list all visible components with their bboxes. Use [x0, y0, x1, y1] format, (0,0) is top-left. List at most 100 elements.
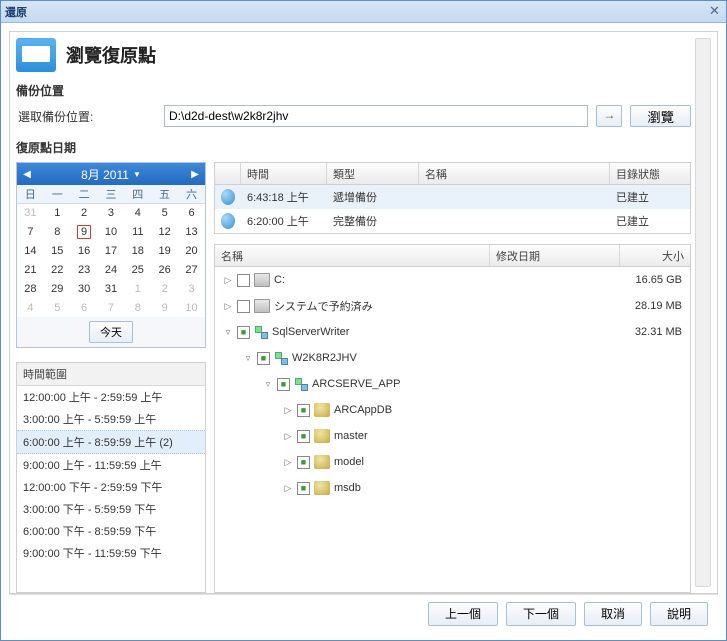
calendar-day[interactable]: 25	[124, 260, 151, 279]
tree-row[interactable]: ▷C:16.65 GB	[215, 267, 690, 293]
calendar-day[interactable]: 22	[44, 260, 71, 279]
calendar-day[interactable]: 13	[178, 222, 205, 241]
checkbox[interactable]	[237, 300, 250, 313]
calendar-day[interactable]: 26	[151, 260, 178, 279]
expander-icon[interactable]: ▷	[283, 483, 293, 494]
calendar-day[interactable]: 2	[71, 203, 98, 222]
backup-row[interactable]: 6:43:18 上午遞增備份已建立	[215, 185, 690, 209]
time-range-item[interactable]: 3:00:00 下午 - 5:59:59 下午	[17, 498, 205, 520]
backup-row[interactable]: 6:20:00 上午完整備份已建立	[215, 209, 690, 233]
calendar-day[interactable]: 5	[44, 298, 71, 317]
calendar-day[interactable]: 10	[98, 222, 125, 241]
checkbox[interactable]	[297, 482, 310, 495]
expander-icon[interactable]: ▷	[223, 275, 233, 286]
calendar-day[interactable]: 21	[17, 260, 44, 279]
next-month-icon[interactable]: ▶	[185, 163, 205, 185]
expander-icon[interactable]: ▷	[283, 405, 293, 416]
tree-row[interactable]: ▿W2K8R2JHV	[215, 345, 690, 371]
chevron-down-icon[interactable]: ▼	[133, 170, 141, 179]
expander-icon[interactable]: ▷	[223, 301, 233, 312]
cancel-button[interactable]: 取消	[584, 602, 642, 626]
help-button[interactable]: 說明	[650, 602, 708, 626]
prev-button[interactable]: 上一個	[428, 602, 498, 626]
time-range-item[interactable]: 6:00:00 上午 - 8:59:59 上午 (2)	[17, 430, 205, 454]
tree-col-name[interactable]: 名稱	[215, 245, 490, 266]
calendar-day[interactable]: 23	[71, 260, 98, 279]
col-type[interactable]: 類型	[327, 163, 419, 184]
calendar-day[interactable]: 2	[151, 279, 178, 298]
tree-row[interactable]: ▷master	[215, 423, 690, 449]
prev-month-icon[interactable]: ◀	[17, 163, 37, 185]
calendar-day[interactable]: 18	[124, 241, 151, 260]
time-range-item[interactable]: 6:00:00 下午 - 8:59:59 下午	[17, 520, 205, 542]
calendar-day[interactable]: 10	[178, 298, 205, 317]
scrollbar[interactable]	[695, 38, 711, 587]
tree-row[interactable]: ▷ARCAppDB	[215, 397, 690, 423]
calendar-day[interactable]: 7	[17, 222, 44, 241]
col-status[interactable]: 目錄狀態	[610, 163, 690, 184]
calendar-day[interactable]: 9	[151, 298, 178, 317]
expander-icon[interactable]: ▿	[223, 327, 233, 338]
expander-icon[interactable]: ▷	[283, 457, 293, 468]
checkbox[interactable]	[237, 274, 250, 287]
time-range-item[interactable]: 9:00:00 下午 - 11:59:59 下午	[17, 542, 205, 564]
time-range-item[interactable]: 12:00:00 下午 - 2:59:59 下午	[17, 476, 205, 498]
tree-col-date[interactable]: 修改日期	[490, 245, 620, 266]
col-time[interactable]: 時間	[241, 163, 327, 184]
checkbox[interactable]	[297, 456, 310, 469]
calendar-month-label[interactable]: 8月 2011	[81, 166, 129, 183]
calendar-day[interactable]: 11	[124, 222, 151, 241]
next-button[interactable]: 下一個	[506, 602, 576, 626]
today-button[interactable]: 今天	[89, 321, 133, 343]
calendar-day[interactable]: 19	[151, 241, 178, 260]
calendar-day[interactable]: 4	[124, 203, 151, 222]
checkbox[interactable]	[297, 404, 310, 417]
browse-button[interactable]: 瀏覽	[630, 105, 691, 127]
time-range-item[interactable]: 3:00:00 上午 - 5:59:59 上午	[17, 408, 205, 430]
calendar-day[interactable]: 15	[44, 241, 71, 260]
calendar-day[interactable]: 20	[178, 241, 205, 260]
calendar-day[interactable]: 1	[44, 203, 71, 222]
calendar-day[interactable]: 27	[178, 260, 205, 279]
checkbox[interactable]	[277, 378, 290, 391]
checkbox[interactable]	[257, 352, 270, 365]
calendar-day[interactable]: 1	[124, 279, 151, 298]
calendar-day[interactable]: 8	[124, 298, 151, 317]
tree-col-size[interactable]: 大小	[620, 245, 690, 266]
tree-row[interactable]: ▷システムで予約済み28.19 MB	[215, 293, 690, 319]
tree-row[interactable]: ▷model	[215, 449, 690, 475]
calendar-day[interactable]: 31	[17, 203, 44, 222]
calendar-day[interactable]: 29	[44, 279, 71, 298]
time-range-item[interactable]: 9:00:00 上午 - 11:59:59 上午	[17, 454, 205, 476]
tree-row[interactable]: ▿ARCSERVE_APP	[215, 371, 690, 397]
calendar-day[interactable]: 30	[71, 279, 98, 298]
close-icon[interactable]: ✕	[707, 4, 722, 19]
calendar-day[interactable]: 6	[178, 203, 205, 222]
expander-icon[interactable]: ▷	[283, 431, 293, 442]
time-range-item[interactable]: 12:00:00 上午 - 2:59:59 上午	[17, 386, 205, 408]
calendar-day[interactable]: 9	[71, 222, 98, 241]
calendar-day[interactable]: 3	[178, 279, 205, 298]
expander-icon[interactable]: ▿	[243, 353, 253, 364]
calendar-day[interactable]: 7	[98, 298, 125, 317]
calendar-day[interactable]: 31	[98, 279, 125, 298]
location-input[interactable]	[164, 105, 588, 127]
tree-row[interactable]: ▷msdb	[215, 475, 690, 501]
calendar-day[interactable]: 6	[71, 298, 98, 317]
calendar-day[interactable]: 12	[151, 222, 178, 241]
calendar-day[interactable]: 24	[98, 260, 125, 279]
calendar-day[interactable]: 5	[151, 203, 178, 222]
tree-row[interactable]: ▿SqlServerWriter32.31 MB	[215, 319, 690, 345]
calendar-day[interactable]: 4	[17, 298, 44, 317]
calendar-day[interactable]: 16	[71, 241, 98, 260]
calendar-day[interactable]: 28	[17, 279, 44, 298]
go-button[interactable]: →	[596, 105, 622, 127]
checkbox[interactable]	[297, 430, 310, 443]
col-name[interactable]: 名稱	[419, 163, 610, 184]
checkbox[interactable]	[237, 326, 250, 339]
calendar-day[interactable]: 8	[44, 222, 71, 241]
calendar-day[interactable]: 3	[98, 203, 125, 222]
calendar-day[interactable]: 14	[17, 241, 44, 260]
expander-icon[interactable]: ▿	[263, 379, 273, 390]
calendar-day[interactable]: 17	[98, 241, 125, 260]
